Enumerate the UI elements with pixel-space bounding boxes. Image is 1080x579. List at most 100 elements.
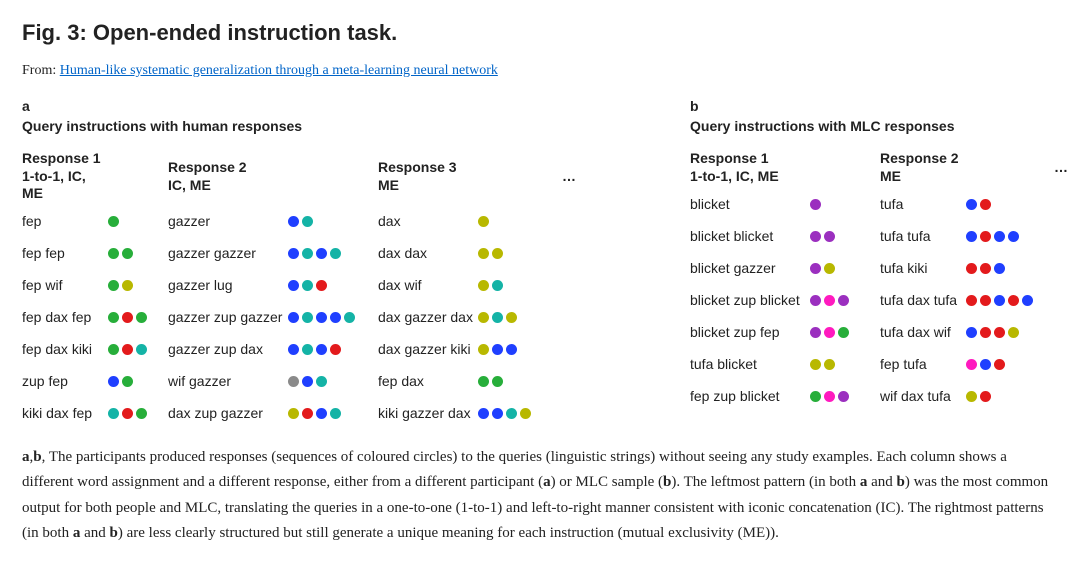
dot-teal-icon: [108, 408, 119, 419]
response-dots: [966, 383, 1054, 409]
header-spacer: [478, 150, 562, 203]
dot-green-icon: [108, 280, 119, 291]
dot-olive-icon: [966, 391, 977, 402]
response-dots: [108, 273, 168, 299]
query-label: tufa: [880, 191, 966, 217]
caption-text: and: [80, 525, 109, 541]
dot-blue-icon: [966, 199, 977, 210]
column-subtitle: 1-to-1, IC, ME: [690, 168, 779, 186]
response-dots: [108, 401, 168, 427]
dot-blue-icon: [980, 359, 991, 370]
row-tail: [562, 209, 592, 235]
source-link[interactable]: Human-like systematic generalization thr…: [60, 63, 498, 78]
dot-teal-icon: [302, 248, 313, 259]
query-label: gazzer zup gazzer: [168, 305, 288, 331]
dot-red-icon: [980, 391, 991, 402]
row-tail: [562, 241, 592, 267]
dot-purple-icon: [810, 199, 821, 210]
dot-teal-icon: [506, 408, 517, 419]
dot-red-icon: [122, 312, 133, 323]
column-header: Response 2IC, ME: [168, 159, 247, 194]
response-dots: [478, 241, 562, 267]
figure-caption: a,b, The participants produced responses…: [22, 445, 1058, 547]
response-dots: [288, 305, 378, 331]
dot-blue-icon: [966, 231, 977, 242]
query-label: dax dax: [378, 241, 478, 267]
query-label: blicket gazzer: [690, 255, 810, 281]
dot-teal-icon: [330, 408, 341, 419]
dot-teal-icon: [492, 280, 503, 291]
dot-red-icon: [966, 263, 977, 274]
row-tail: [1054, 223, 1074, 249]
query-label: fep dax kiki: [22, 337, 108, 363]
column-subtitle: ME: [378, 177, 399, 195]
query-label: blicket: [690, 191, 810, 217]
dot-olive-icon: [478, 280, 489, 291]
dot-teal-icon: [302, 280, 313, 291]
response-dots: [288, 273, 378, 299]
dot-teal-icon: [316, 376, 327, 387]
dot-blue-icon: [994, 295, 1005, 306]
dot-blue-icon: [288, 312, 299, 323]
response-dots: [810, 255, 880, 281]
dot-gray-icon: [288, 376, 299, 387]
dot-teal-icon: [302, 344, 313, 355]
column-title: Response 2: [168, 159, 247, 177]
panel-a-title: Query instructions with human responses: [22, 117, 642, 136]
dot-purple-icon: [810, 263, 821, 274]
ellipsis-header: …: [562, 150, 592, 203]
dot-blue-icon: [1008, 231, 1019, 242]
dot-olive-icon: [1008, 327, 1019, 338]
panel-a-grid: Response 11-to-1, IC, ME Response 2IC, ME…: [22, 150, 642, 427]
dot-magenta-icon: [824, 327, 835, 338]
dot-green-icon: [136, 312, 147, 323]
dot-green-icon: [108, 312, 119, 323]
row-tail: [1054, 383, 1074, 409]
dot-olive-icon: [478, 248, 489, 259]
row-tail: [562, 305, 592, 331]
header-spacer: [966, 150, 1054, 185]
dot-olive-icon: [520, 408, 531, 419]
query-label: dax gazzer kiki: [378, 337, 478, 363]
dot-blue-icon: [506, 344, 517, 355]
query-label: tufa kiki: [880, 255, 966, 281]
dot-magenta-icon: [966, 359, 977, 370]
dot-red-icon: [980, 327, 991, 338]
response-dots: [288, 369, 378, 395]
dot-blue-icon: [288, 280, 299, 291]
query-label: gazzer gazzer: [168, 241, 288, 267]
response-dots: [478, 305, 562, 331]
row-tail: [562, 401, 592, 427]
response-dots: [108, 209, 168, 235]
dot-blue-icon: [288, 248, 299, 259]
dot-blue-icon: [492, 344, 503, 355]
column-title: Response 1: [690, 150, 769, 168]
response-dots: [966, 287, 1054, 313]
query-label: gazzer: [168, 209, 288, 235]
dot-olive-icon: [288, 408, 299, 419]
dot-olive-icon: [824, 359, 835, 370]
response-dots: [966, 255, 1054, 281]
dot-magenta-icon: [824, 391, 835, 402]
dot-blue-icon: [316, 248, 327, 259]
dot-green-icon: [492, 376, 503, 387]
dot-red-icon: [330, 344, 341, 355]
dot-teal-icon: [330, 248, 341, 259]
response-dots: [966, 319, 1054, 345]
ellipsis-header: …: [1054, 150, 1074, 185]
dot-red-icon: [122, 344, 133, 355]
dot-olive-icon: [478, 216, 489, 227]
dot-red-icon: [302, 408, 313, 419]
query-label: blicket zup blicket: [690, 287, 810, 313]
column-header: Response 11-to-1, IC, ME: [22, 150, 108, 203]
dot-green-icon: [478, 376, 489, 387]
query-label: wif dax tufa: [880, 383, 966, 409]
dot-blue-icon: [108, 376, 119, 387]
column-header: Response 3ME: [378, 159, 457, 194]
dot-blue-icon: [492, 408, 503, 419]
source-line: From: Human-like systematic generalizati…: [22, 62, 1058, 81]
dot-blue-icon: [994, 231, 1005, 242]
dot-blue-icon: [316, 344, 327, 355]
response-dots: [108, 241, 168, 267]
dot-teal-icon: [344, 312, 355, 323]
